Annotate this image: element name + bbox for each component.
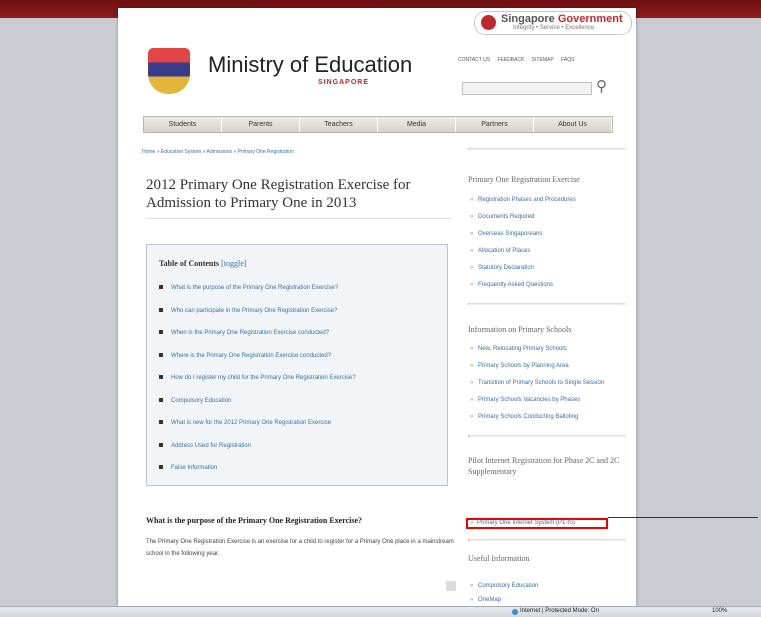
toc-item[interactable]: Address Used for Registration <box>159 443 356 466</box>
toc-toggle-link[interactable]: [toggle] <box>221 259 246 268</box>
breadcrumb[interactable]: Home » Education System » Admissions » P… <box>142 149 294 155</box>
sidebar-link[interactable]: Transition of Primary Schools to Single … <box>468 379 626 387</box>
government-tagline: Integrity • Service • Excellence <box>513 25 595 31</box>
web-page: Singapore Government Integrity • Service… <box>118 8 636 606</box>
site-title[interactable]: Ministry of Education <box>208 52 412 78</box>
main-nav: Students Parents Teachers Media Partners… <box>143 116 613 133</box>
section-heading: What is the purpose of the Primary One R… <box>146 516 363 525</box>
zoom-level[interactable]: 100% <box>712 608 727 614</box>
nav-media[interactable]: Media <box>378 117 456 132</box>
toc-item[interactable]: When is the Primary One Registration Exe… <box>159 330 356 353</box>
nav-teachers[interactable]: Teachers <box>300 117 378 132</box>
toc-item[interactable]: How do I register my child for the Prima… <box>159 375 356 398</box>
toc-title: Table of Contents [toggle] <box>159 259 247 268</box>
sidebar-link[interactable]: Primary Schools by Planning Area <box>468 362 626 370</box>
sidebar-link[interactable]: Documents Required <box>468 213 626 221</box>
search-input[interactable] <box>462 82 592 95</box>
sidebar-link[interactable]: OneMap <box>468 596 626 604</box>
toc-item[interactable]: What is new for the 2012 Primary One Reg… <box>159 420 356 443</box>
sidebar-heading: Pilot Internet Registration for Phase 2C… <box>468 456 620 476</box>
table-of-contents: Table of Contents [toggle] What is the p… <box>146 244 448 486</box>
toc-item[interactable]: Who can participate in the Primary One R… <box>159 308 356 331</box>
nav-about-us[interactable]: About Us <box>534 117 612 132</box>
toc-item[interactable]: What is the purpose of the Primary One R… <box>159 285 356 308</box>
sidebar-divider <box>468 539 626 541</box>
sidebar-list: Registration Phases and Procedures Docum… <box>468 196 626 289</box>
moe-crest-logo[interactable] <box>148 48 190 94</box>
sidebar-link[interactable]: Primary Schools Conducting Balloting <box>468 413 626 421</box>
sidebar-link[interactable]: New, Relocating Primary Schools <box>468 345 626 353</box>
browser-status-bar: Internet | Protected Mode: On 100% <box>0 606 761 617</box>
utility-links: CONTACT US FEEDBACK SITEMAP FAQS <box>458 57 580 63</box>
sidebar-link[interactable]: Frequently Asked Questions <box>468 281 626 289</box>
sidebar-link[interactable]: Registration Phases and Procedures <box>468 196 626 204</box>
nav-partners[interactable]: Partners <box>456 117 534 132</box>
sidebar-link[interactable]: Overseas Singaporeans <box>468 230 626 238</box>
sidebar-link[interactable]: Allocation of Places <box>468 247 626 255</box>
sitemap-link[interactable]: SITEMAP <box>532 57 554 63</box>
sidebar-divider <box>468 435 626 437</box>
site-subtitle: SINGAPORE <box>318 79 370 86</box>
sidebar-heading: Primary One Registration Exercise <box>468 175 580 184</box>
sidebar: Primary One Registration Exercise Regist… <box>468 148 626 477</box>
sidebar-link[interactable]: Statutory Declaration <box>468 264 626 272</box>
share-icon[interactable] <box>446 581 456 591</box>
sidebar-link[interactable]: Primary Schools Vacancies by Phases <box>468 396 626 404</box>
sidebar-divider <box>468 148 626 150</box>
search-icon[interactable]: ⚲ <box>596 77 607 95</box>
title-divider <box>146 218 451 219</box>
faqs-link[interactable]: FAQS <box>561 57 574 63</box>
sidebar-heading: Useful Information <box>468 554 530 563</box>
toc-item[interactable]: Where is the Primary One Registration Ex… <box>159 353 356 376</box>
nav-students[interactable]: Students <box>144 117 222 132</box>
sidebar-list: Compulsory Education OneMap <box>468 582 626 604</box>
sidebar-link[interactable]: Compulsory Education <box>468 582 626 590</box>
page-title: 2012 Primary One Registration Exercise f… <box>146 177 411 211</box>
toc-item[interactable]: Compulsory Education <box>159 398 356 421</box>
section-body: The Primary One Registration Exercise is… <box>146 539 454 557</box>
singapore-government-badge[interactable]: Singapore Government Integrity • Service… <box>474 11 632 35</box>
sidebar-list: New, Relocating Primary Schools Primary … <box>468 345 626 421</box>
sidebar-divider <box>468 303 626 305</box>
feedback-link[interactable]: FEEDBACK <box>497 57 524 63</box>
globe-icon <box>512 609 518 615</box>
callout-line <box>608 517 758 518</box>
status-text: Internet | Protected Mode: On <box>520 608 599 614</box>
government-badge-title: Singapore Government <box>501 13 623 25</box>
p1-internet-system-link[interactable]: Primary One Internet System (P1-IS) <box>466 518 608 529</box>
government-logo-icon <box>481 15 496 30</box>
toc-item[interactable]: False Information <box>159 465 356 488</box>
nav-parents[interactable]: Parents <box>222 117 300 132</box>
contact-us-link[interactable]: CONTACT US <box>458 57 490 63</box>
sidebar-bottom: Useful Information Compulsory Education … <box>468 539 626 604</box>
sidebar-heading: Information on Primary Schools <box>468 325 572 334</box>
